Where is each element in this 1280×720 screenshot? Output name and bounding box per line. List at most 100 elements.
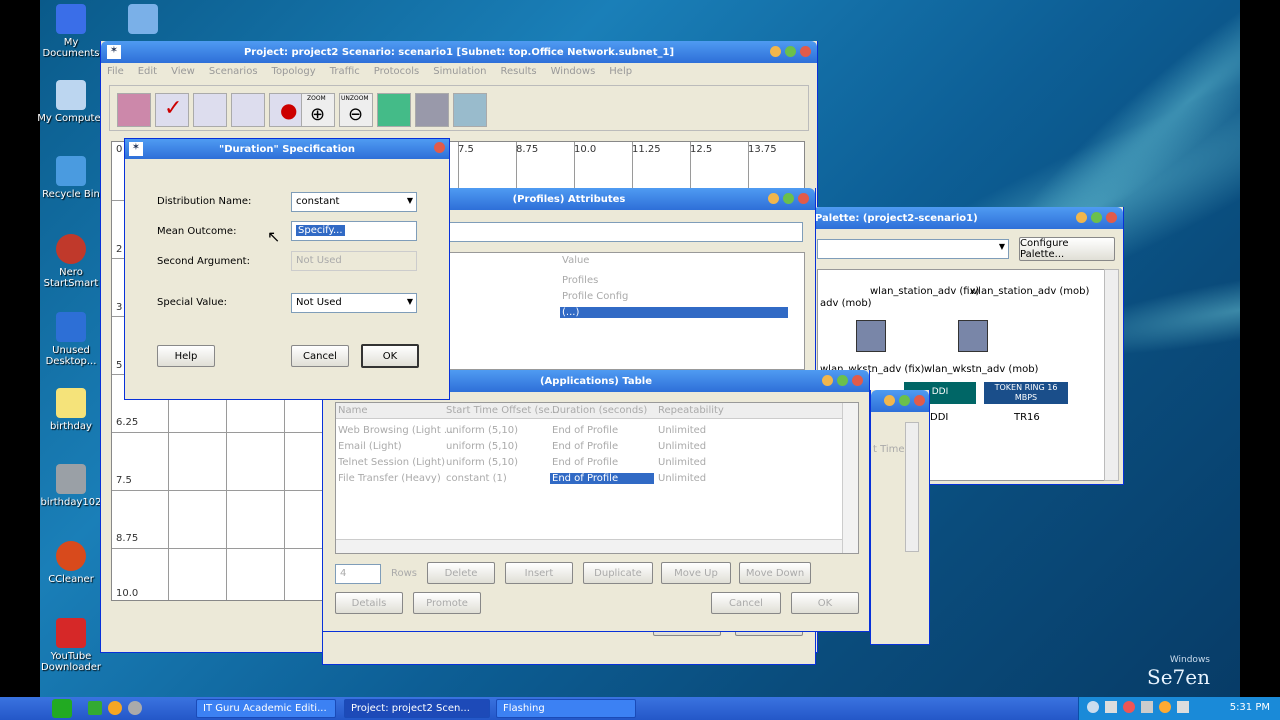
menu-file[interactable]: File	[107, 66, 124, 77]
table-cell[interactable]: End of Profile	[552, 441, 618, 452]
menu-traffic[interactable]: Traffic	[330, 66, 360, 77]
tray-icon[interactable]	[1087, 701, 1099, 713]
desktop-icon-youtube-downloader[interactable]: YouTube Downloader	[36, 618, 106, 673]
configure-simulation-button[interactable]	[377, 93, 411, 127]
view-results-button[interactable]	[415, 93, 449, 127]
desktop-icon-tool[interactable]	[108, 4, 178, 37]
desktop-icon-ccleaner[interactable]: CCleaner	[36, 541, 106, 585]
background-titlebar[interactable]	[871, 390, 929, 412]
delete-button[interactable]: Delete	[427, 562, 495, 584]
palette-item[interactable]: DDI	[930, 412, 948, 423]
applications-hscroll[interactable]	[336, 539, 842, 553]
table-cell[interactable]: uniform (5,10)	[446, 441, 518, 452]
table-cell[interactable]: File Transfer (Heavy)	[338, 473, 441, 484]
desktop-icon-my-computer[interactable]: My Computer	[36, 80, 106, 124]
desktop-icon-unused[interactable]: Unused Desktop...	[36, 312, 106, 367]
hide-graphs-button[interactable]	[453, 93, 487, 127]
minimize-button[interactable]	[822, 375, 833, 386]
promote-button[interactable]: Promote	[413, 592, 481, 614]
details-button[interactable]: Details	[335, 592, 403, 614]
menu-topology[interactable]: Topology	[272, 66, 316, 77]
maximize-button[interactable]	[837, 375, 848, 386]
table-cell-selected[interactable]: End of Profile	[550, 473, 654, 484]
desktop-icon-nero[interactable]: Nero StartSmart	[36, 234, 106, 289]
tray-icon[interactable]	[1123, 701, 1135, 713]
duration-titlebar[interactable]: ✶ "Duration" Specification	[125, 139, 449, 159]
minimize-button[interactable]	[770, 46, 781, 57]
palette-scrollbar[interactable]	[1104, 269, 1119, 481]
table-cell[interactable]: Unlimited	[658, 457, 706, 468]
maximize-button[interactable]	[785, 46, 796, 57]
profiles-name-field[interactable]	[449, 222, 803, 242]
menu-help[interactable]: Help	[609, 66, 632, 77]
desktop-icon-recycle-bin[interactable]: Recycle Bin	[36, 156, 106, 200]
palette-item[interactable]: wlan_wkstn_adv (mob)	[924, 364, 1038, 375]
menu-results[interactable]: Results	[501, 66, 537, 77]
table-cell[interactable]: constant (1)	[446, 473, 507, 484]
palette-item[interactable]: adv (mob)	[820, 298, 872, 309]
palette-item[interactable]: TR16	[1014, 412, 1040, 423]
volume-icon[interactable]	[1141, 701, 1153, 713]
menu-windows[interactable]: Windows	[551, 66, 596, 77]
taskbar-item-it-guru[interactable]: IT Guru Academic Editi...	[196, 699, 336, 718]
project-titlebar[interactable]: ✶ Project: project2 Scenario: scenario1 …	[101, 41, 817, 63]
palette-item[interactable]: wlan_station_adv (mob)	[970, 286, 1089, 297]
minimize-button[interactable]	[768, 193, 779, 204]
taskbar-item-flashing[interactable]: Flashing	[496, 699, 636, 718]
open-palette-button[interactable]	[117, 93, 151, 127]
profiles-row[interactable]: Profiles	[562, 275, 598, 286]
distribution-name-select[interactable]: constant ▼	[291, 192, 417, 212]
table-cell[interactable]: End of Profile	[552, 457, 618, 468]
table-cell[interactable]: Unlimited	[658, 425, 706, 436]
applications-ok-button[interactable]: OK	[791, 592, 859, 614]
close-button[interactable]	[800, 46, 811, 57]
table-cell[interactable]: Unlimited	[658, 441, 706, 452]
app-icon[interactable]	[88, 701, 102, 715]
mean-outcome-field[interactable]: Specify...	[291, 221, 417, 241]
cancel-button[interactable]: Cancel	[291, 345, 349, 367]
menu-simulation[interactable]: Simulation	[433, 66, 486, 77]
desktop-icon-birthday[interactable]: birthday	[36, 388, 106, 432]
table-cell[interactable]: Web Browsing (Light ...	[338, 425, 453, 436]
header-repeatability[interactable]: Repeatability	[658, 405, 724, 416]
clock[interactable]: 5:31 PM	[1230, 702, 1270, 713]
desktop-icon-my-documents[interactable]: My Documents	[36, 4, 106, 59]
table-cell[interactable]: Unlimited	[658, 473, 706, 484]
close-button[interactable]	[798, 193, 809, 204]
palette-titlebar[interactable]: Palette: (project2-scenario1)	[813, 207, 1123, 229]
configure-palette-button[interactable]: Configure Palette...	[1019, 237, 1115, 261]
move-down-button[interactable]: Move Down	[739, 562, 811, 584]
maximize-button[interactable]	[783, 193, 794, 204]
duplicate-button[interactable]: Duplicate	[583, 562, 653, 584]
unzoom-button[interactable]: UNZOOM ⊖	[339, 93, 373, 127]
special-value-select[interactable]: Not Used ▼	[291, 293, 417, 313]
table-cell[interactable]: End of Profile	[552, 425, 618, 436]
fail-node-button[interactable]	[193, 93, 227, 127]
move-up-button[interactable]: Move Up	[661, 562, 731, 584]
help-button[interactable]: Help	[157, 345, 215, 367]
background-scrollbar[interactable]	[905, 422, 919, 552]
table-cell[interactable]: Email (Light)	[338, 441, 402, 452]
tray-icon[interactable]	[1159, 701, 1171, 713]
settings-icon[interactable]	[128, 701, 142, 715]
menu-protocols[interactable]: Protocols	[374, 66, 420, 77]
tray-icon[interactable]	[1105, 701, 1117, 713]
close-button[interactable]	[1106, 212, 1117, 223]
header-start-time[interactable]: Start Time Offset (se...	[446, 405, 559, 416]
applications-cancel-button[interactable]: Cancel	[711, 592, 781, 614]
menu-view[interactable]: View	[171, 66, 195, 77]
insert-button[interactable]: Insert	[505, 562, 573, 584]
return-parent-button[interactable]: ●	[269, 93, 303, 127]
start-button[interactable]	[52, 699, 72, 718]
header-duration[interactable]: Duration (seconds)	[552, 405, 647, 416]
header-name[interactable]: Name	[338, 405, 368, 416]
palette-item[interactable]: wlan_station_adv (fix)	[870, 286, 979, 297]
menu-edit[interactable]: Edit	[138, 66, 157, 77]
ok-button[interactable]: OK	[361, 344, 419, 368]
menu-scenarios[interactable]: Scenarios	[209, 66, 258, 77]
minimize-button[interactable]	[1076, 212, 1087, 223]
table-cell[interactable]: uniform (5,10)	[446, 425, 518, 436]
maximize-button[interactable]	[899, 395, 910, 406]
zoom-button[interactable]: ZOOM ⊕	[301, 93, 335, 127]
network-icon[interactable]	[1177, 701, 1189, 713]
